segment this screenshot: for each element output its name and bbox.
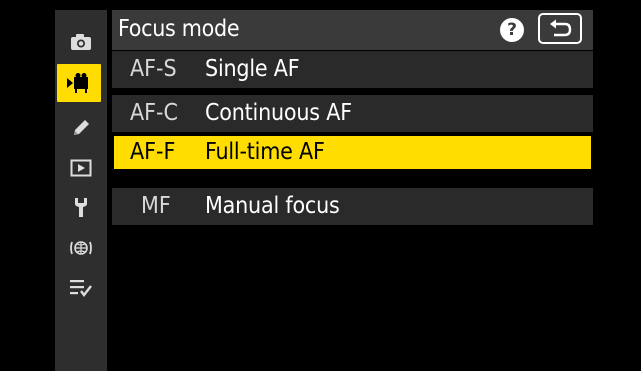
menu-tab-sidebar xyxy=(55,10,107,371)
camera-menu-screen: Focus mode ? AF-S Single AF AF-C Continu… xyxy=(0,0,641,371)
menu-item-label: Full-time AF xyxy=(205,139,325,165)
sidebar-tab-custom-settings[interactable] xyxy=(55,111,107,145)
wrench-icon xyxy=(75,198,87,217)
sidebar-tab-photo-shooting[interactable] xyxy=(55,25,107,59)
help-icon: ? xyxy=(507,20,517,40)
menu-item-mf[interactable]: MF Manual focus xyxy=(112,188,593,225)
menu-item-af-c[interactable]: AF-C Continuous AF xyxy=(112,95,593,132)
menu-item-af-s[interactable]: AF-S Single AF xyxy=(112,51,593,88)
menu-item-label: Manual focus xyxy=(205,193,340,219)
movie-icon xyxy=(67,73,88,93)
menu-item-code: AF-C xyxy=(130,100,178,126)
back-button[interactable] xyxy=(538,13,582,44)
sidebar-tab-network[interactable] xyxy=(55,231,107,265)
sidebar-tab-movie-recording[interactable] xyxy=(57,64,101,102)
camera-icon xyxy=(71,34,91,50)
menu-item-code: AF-F xyxy=(130,139,176,165)
menu-item-af-f[interactable]: AF-F Full-time AF xyxy=(112,134,593,171)
help-button[interactable]: ? xyxy=(500,18,524,42)
back-arrow-icon xyxy=(550,19,572,37)
menu-item-code: AF-S xyxy=(130,56,177,82)
sidebar-tab-setup[interactable] xyxy=(55,190,107,224)
menu-header: Focus mode ? xyxy=(112,10,593,50)
page-title: Focus mode xyxy=(118,16,240,42)
sidebar-tab-playback[interactable] xyxy=(55,151,107,185)
playback-icon xyxy=(70,159,92,177)
menu-item-code: MF xyxy=(141,193,171,219)
my-menu-icon xyxy=(70,280,92,297)
pencil-icon xyxy=(74,120,89,135)
menu-item-label: Single AF xyxy=(205,56,300,82)
menu-item-label: Continuous AF xyxy=(205,100,352,126)
sidebar-tab-my-menu[interactable] xyxy=(55,271,107,305)
network-icon xyxy=(70,241,92,255)
